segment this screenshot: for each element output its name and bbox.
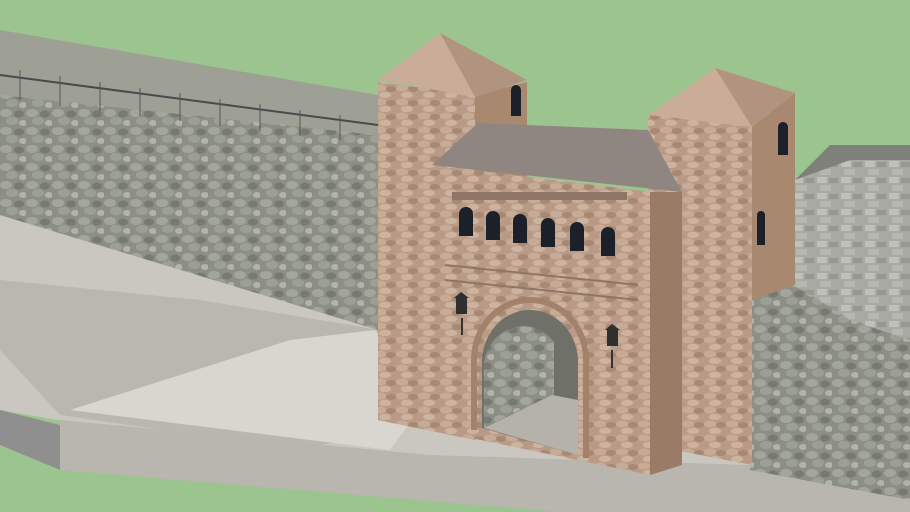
right-tower-window-upper bbox=[778, 122, 788, 155]
ground-edge bbox=[0, 410, 60, 470]
left-tower-window bbox=[511, 85, 521, 116]
scene bbox=[0, 30, 910, 512]
right-tower-side bbox=[752, 93, 795, 300]
arched-window bbox=[459, 207, 473, 236]
right-tower-window-lower bbox=[757, 211, 765, 245]
arched-window bbox=[513, 214, 527, 243]
arched-window bbox=[570, 222, 584, 251]
arched-window bbox=[541, 218, 555, 247]
arched-window bbox=[601, 227, 615, 256]
gate-side bbox=[650, 192, 682, 475]
arched-window bbox=[486, 211, 500, 240]
